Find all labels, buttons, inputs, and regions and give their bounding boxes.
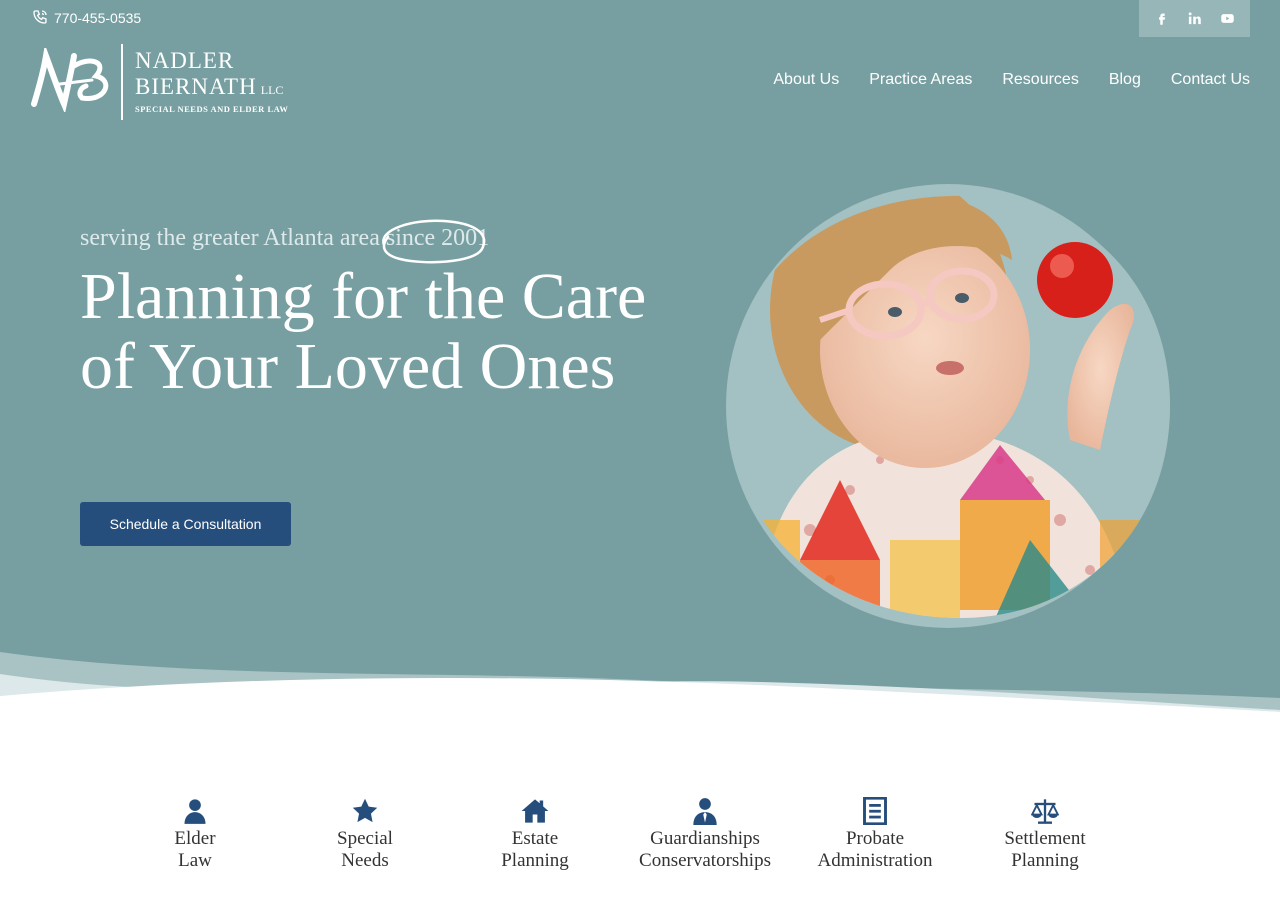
logo-divider: [121, 44, 123, 120]
document-icon: [860, 796, 890, 826]
service-probate[interactable]: Probate Administration: [790, 796, 960, 886]
scales-icon: [1030, 796, 1060, 826]
linkedin-icon[interactable]: [1181, 5, 1209, 33]
logo-monogram-icon: [31, 48, 109, 112]
businessman-icon: [690, 796, 720, 826]
nav-resources[interactable]: Resources: [1002, 71, 1078, 93]
phone-icon: [32, 9, 48, 28]
schedule-consultation-button[interactable]: Schedule a Consultation: [80, 502, 291, 546]
header-phone[interactable]: 770-455-0535: [32, 9, 141, 27]
service-label: Settlement Planning: [1004, 828, 1086, 871]
nav-contact-us[interactable]: Contact Us: [1171, 71, 1250, 93]
hero-wave-divider: [0, 652, 1280, 720]
service-label: Guardianships Conservatorships: [639, 828, 771, 871]
service-label: Special Needs: [337, 828, 393, 871]
hero-photo: [726, 184, 1170, 628]
hero-eyebrow-highlight: since 2001: [382, 219, 489, 263]
service-elder-law[interactable]: Elder Law: [110, 796, 280, 886]
facebook-icon[interactable]: [1148, 5, 1176, 33]
main-nav: About Us Practice Areas Resources Blog C…: [773, 71, 1250, 93]
social-links: [1139, 0, 1250, 37]
nav-practice-areas[interactable]: Practice Areas: [869, 71, 972, 93]
hero-eyebrow-text: serving the greater Atlanta area: [80, 224, 380, 251]
service-label: Probate Administration: [817, 828, 933, 871]
phone-number: 770-455-0535: [54, 10, 142, 26]
logo-llc: LLC: [260, 83, 284, 97]
service-guardianships[interactable]: Guardianships Conservatorships: [620, 796, 790, 886]
practice-areas-list: Elder Law Special Needs Estate Planning Gua…: [110, 796, 1130, 886]
service-estate-planning[interactable]: Estate Planning: [450, 796, 620, 886]
nav-about-us[interactable]: About Us: [773, 71, 839, 93]
youtube-icon[interactable]: [1214, 5, 1242, 33]
nav-blog[interactable]: Blog: [1109, 71, 1141, 93]
star-icon: [350, 796, 380, 826]
logo-name-line1: NADLER: [135, 48, 235, 73]
hero-eyebrow: serving the greater Atlanta area since 2…: [80, 219, 489, 263]
service-label: Elder Law: [174, 828, 216, 871]
logo-tagline: Special Needs and Elder Law: [135, 104, 289, 114]
home-icon: [520, 796, 550, 826]
site-logo[interactable]: NADLER BIERNATH LLC Special Needs and Eld…: [30, 44, 290, 122]
logo-name-line2: BIERNATH LLC: [135, 74, 284, 99]
service-special-needs[interactable]: Special Needs: [280, 796, 450, 886]
service-settlement-planning[interactable]: Settlement Planning: [960, 796, 1130, 886]
service-label: Estate Planning: [501, 828, 569, 871]
person-icon: [180, 796, 210, 826]
hero-title: Planning for the Care of Your Loved Ones: [80, 260, 647, 403]
